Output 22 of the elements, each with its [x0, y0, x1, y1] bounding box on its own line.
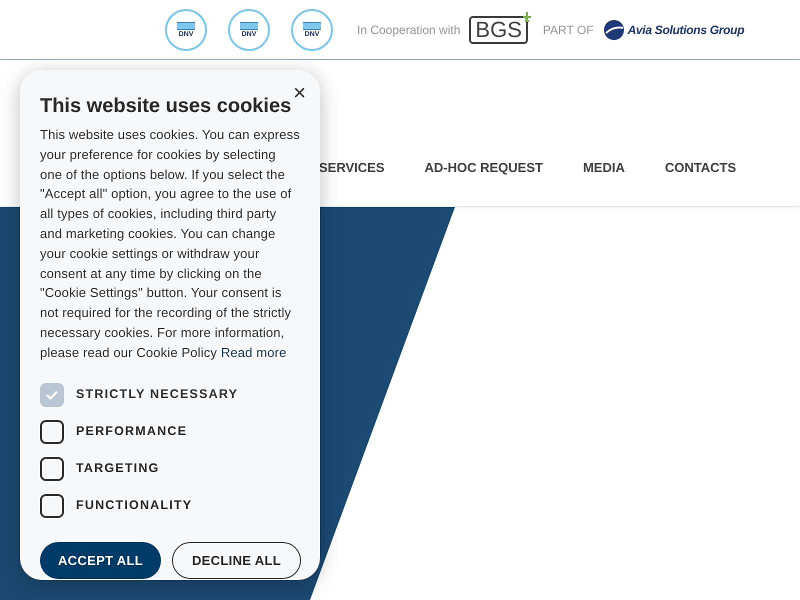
- group-logo[interactable]: Avia Solutions Group: [604, 20, 744, 40]
- accept-all-button[interactable]: ACCEPT ALL: [40, 542, 161, 579]
- decline-all-button[interactable]: DECLINE ALL: [172, 542, 301, 579]
- option-label: STRICTLY NECESSARY: [76, 386, 238, 404]
- option-label: TARGETING: [76, 460, 160, 478]
- option-label: FUNCTIONALITY: [76, 497, 192, 514]
- dialog-title: This website uses cookies: [40, 94, 292, 118]
- globe-icon: [604, 20, 624, 40]
- checkbox[interactable]: [40, 456, 64, 481]
- checkmark-icon: [46, 390, 58, 400]
- nav-link[interactable]: SERVICES: [319, 158, 385, 177]
- nav-link[interactable]: MEDIA: [582, 158, 625, 177]
- option-label: PERFORMANCE: [76, 423, 188, 440]
- cooperation-text: In Cooperation with: [357, 22, 460, 38]
- cookie-description: This website uses cookies. You can express your preference for cookies by selecting one of the options below. If you select the "Accept all" option, you agree to the use of all types of cookies, including third party and marketing cookies. You can change your cookie settings or withdraw your consent at any time by clicking on the "Cookie Settings" button. Your consent is not required for the recording of the strictly necessary cookies. For more information, please read our Cookie Policy Read more: [40, 126, 300, 362]
- nav-link[interactable]: AD-HOC REQUEST: [424, 158, 543, 177]
- part-of-text: PART OF: [542, 22, 594, 38]
- nav-link[interactable]: CONTACTS: [664, 158, 736, 177]
- close-button[interactable]: ×: [293, 82, 306, 104]
- checkbox[interactable]: [40, 420, 64, 444]
- read-more-link[interactable]: Read more: [220, 344, 286, 360]
- checkbox[interactable]: [40, 494, 64, 518]
